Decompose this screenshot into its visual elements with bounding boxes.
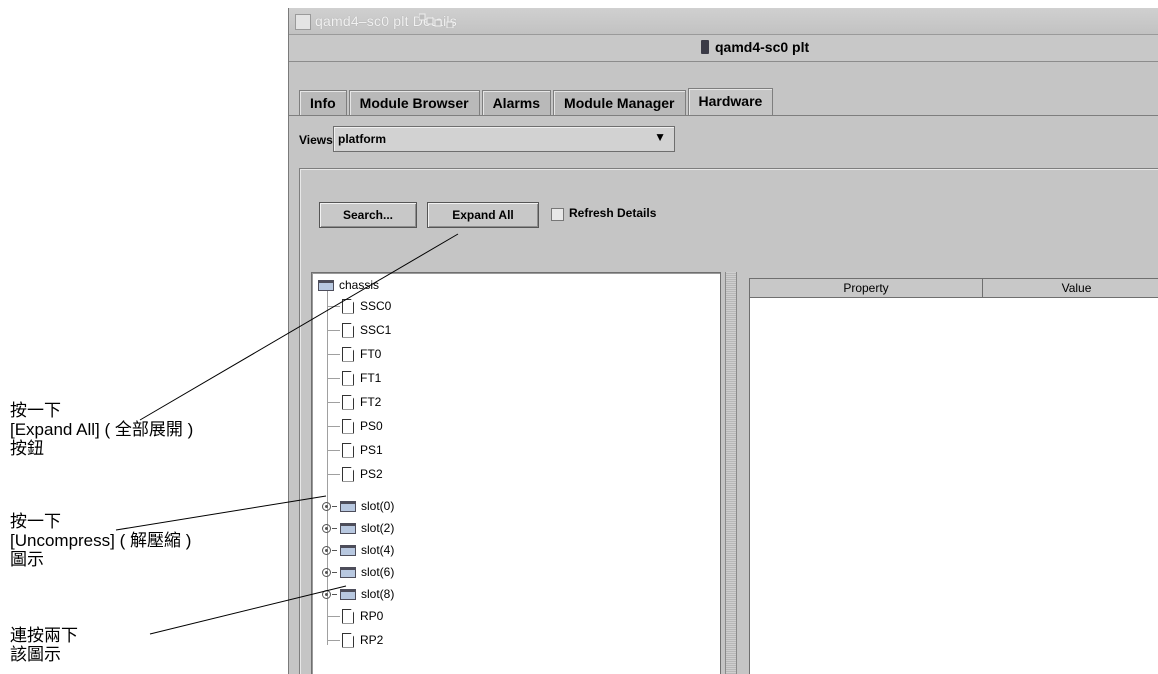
tree-node-ps0[interactable]: PS0	[342, 417, 383, 435]
views-label: Views	[299, 133, 333, 147]
tree-node-slot-2[interactable]: slot(2)	[322, 519, 394, 537]
document-icon	[342, 632, 354, 648]
tree-node-label: chassis	[339, 278, 380, 292]
callout-line: 連按兩下	[10, 626, 78, 645]
tree-guide-line	[327, 573, 328, 645]
callout-line: 按一下	[10, 401, 61, 420]
tree-node-chassis[interactable]: chassis	[318, 276, 379, 294]
folder-icon	[340, 544, 356, 556]
expand-all-button[interactable]: Expand All	[427, 202, 539, 228]
title-decoration-icon	[419, 13, 454, 28]
tree-node-ft1[interactable]: FT1	[342, 369, 381, 387]
document-icon	[342, 442, 354, 458]
document-icon	[342, 298, 354, 314]
tree-node-ft2[interactable]: FT2	[342, 393, 381, 411]
callout-uncompress: 按一下 [Uncompress] ( 解壓縮 ) 圖示	[10, 512, 191, 569]
tree-node-label: slot(8)	[361, 587, 395, 601]
callout-line: 按一下	[10, 512, 61, 531]
tree-node-label: slot(2)	[361, 521, 395, 535]
tree-node-rp2[interactable]: RP2	[342, 631, 383, 649]
column-header-value[interactable]: Value	[983, 279, 1158, 298]
views-dropdown[interactable]: platform ▼	[333, 126, 675, 152]
tree-node-slot-4[interactable]: slot(4)	[322, 541, 394, 559]
server-icon	[701, 40, 709, 54]
tab-hardware[interactable]: Hardware	[687, 88, 774, 116]
document-icon	[342, 608, 354, 624]
window-menu-icon[interactable]	[295, 14, 311, 30]
tree-node-label: PS2	[360, 467, 383, 481]
tree-node-label: slot(6)	[361, 565, 395, 579]
refresh-details-checkbox[interactable]	[551, 208, 564, 221]
title-bar[interactable]: qamd4–sc0 plt Details	[289, 8, 1158, 35]
tree-node-label: FT2	[360, 395, 382, 409]
callout-line: 該圖示	[10, 645, 61, 664]
tree-node-label: PS0	[360, 419, 383, 433]
callout-line: [Uncompress] ( 解壓縮 )	[10, 531, 192, 550]
tree-node-label: FT1	[360, 371, 382, 385]
callout-double-click: 連按兩下 該圖示	[10, 626, 78, 664]
folder-icon	[340, 566, 356, 578]
tree-node-slot-0[interactable]: slot(0)	[322, 497, 394, 515]
tree-node-ssc1[interactable]: SSC1	[342, 321, 391, 339]
callout-expand-all: 按一下 [Expand All] ( 全部展開 ) 按鈕	[10, 401, 193, 458]
document-icon	[342, 466, 354, 482]
callout-line: 圖示	[10, 550, 44, 569]
chevron-down-icon: ▼	[654, 130, 666, 144]
tab-strip: Info Module Browser Alarms Module Manage…	[299, 88, 775, 116]
tree-node-label: SSC1	[360, 323, 392, 337]
tree-node-label: slot(4)	[361, 543, 395, 557]
tree-node-slot-8[interactable]: slot(8)	[322, 585, 394, 603]
tab-info[interactable]: Info	[299, 90, 347, 115]
tree-node-label: SSC0	[360, 299, 392, 313]
property-table: Property Value	[749, 278, 1158, 674]
tree-node-label: RP2	[360, 633, 384, 647]
tree-node-ssc0[interactable]: SSC0	[342, 297, 391, 315]
tree-node-label: PS1	[360, 443, 383, 457]
tree-node-ps1[interactable]: PS1	[342, 441, 383, 459]
hardware-tree[interactable]: chassis SSC0 SSC1 FT0 FT1 FT2 PS0 PS1 PS…	[311, 272, 721, 674]
folder-icon	[318, 279, 334, 291]
split-pane-divider[interactable]	[725, 272, 737, 674]
uncompress-toggle-icon[interactable]	[322, 545, 331, 555]
tab-module-manager[interactable]: Module Manager	[553, 90, 686, 115]
details-window: qamd4–sc0 plt Details qamd4-sc0 plt Info…	[288, 8, 1158, 674]
tab-module-browser[interactable]: Module Browser	[348, 90, 480, 115]
uncompress-toggle-icon[interactable]	[322, 523, 331, 533]
document-icon	[342, 346, 354, 362]
folder-icon	[340, 588, 356, 600]
host-header: qamd4-sc0 plt	[289, 35, 1158, 62]
tree-node-rp0[interactable]: RP0	[342, 607, 383, 625]
document-icon	[342, 394, 354, 410]
tab-alarms[interactable]: Alarms	[481, 90, 552, 115]
tree-node-label: RP0	[360, 609, 384, 623]
tree-node-slot-6[interactable]: slot(6)	[322, 563, 394, 581]
uncompress-toggle-icon[interactable]	[322, 589, 331, 599]
tree-node-ft0[interactable]: FT0	[342, 345, 381, 363]
folder-icon	[340, 500, 356, 512]
tree-node-label: slot(0)	[361, 499, 395, 513]
callout-line: 按鈕	[10, 439, 44, 458]
host-label: qamd4-sc0 plt	[715, 39, 810, 55]
folder-icon	[340, 522, 356, 534]
document-icon	[342, 370, 354, 386]
views-selected-value: platform	[338, 132, 386, 146]
document-icon	[342, 322, 354, 338]
tree-node-ps2[interactable]: PS2	[342, 465, 383, 483]
uncompress-toggle-icon[interactable]	[322, 567, 331, 577]
search-button[interactable]: Search...	[319, 202, 417, 228]
document-icon	[342, 418, 354, 434]
uncompress-toggle-icon[interactable]	[322, 501, 331, 511]
column-header-property[interactable]: Property	[750, 279, 983, 298]
tab-divider	[289, 115, 1158, 116]
tree-node-label: FT0	[360, 347, 382, 361]
callout-line: [Expand All] ( 全部展開 )	[10, 420, 194, 439]
refresh-details-label: Refresh Details	[569, 206, 657, 220]
